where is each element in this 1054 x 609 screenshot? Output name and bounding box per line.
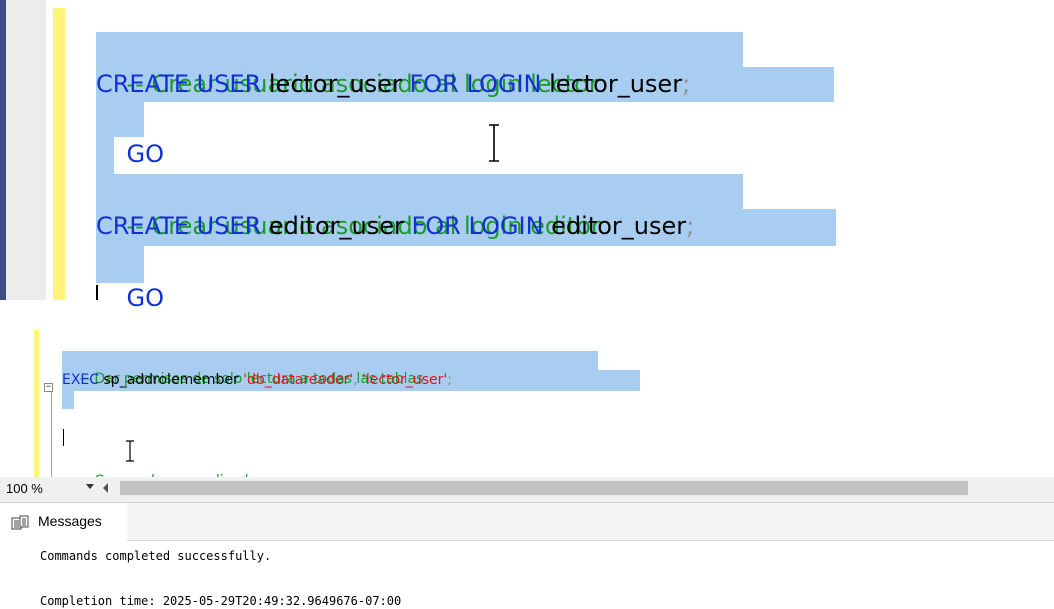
change-tracking-margin (53, 8, 65, 300)
code-line: -- Dar permisos de solo lectura a todas … (62, 351, 424, 387)
change-tracking-margin (34, 330, 39, 477)
sql-keyword: GO (126, 140, 165, 168)
messages-icon (11, 515, 29, 530)
ibeam-cursor-icon (489, 124, 499, 162)
message-line: Commands completed successfully. (40, 549, 272, 563)
tab-strip (127, 503, 1054, 541)
sql-semicolon: ; (447, 372, 452, 388)
sql-identifier: lector_user (261, 70, 410, 98)
message-line: Completion time: 2025-05-29T20:49:32.964… (40, 594, 402, 608)
sql-keyword: FOR LOGIN (409, 70, 542, 98)
sql-identifier: lector_user (541, 70, 683, 98)
sql-string: 'lector_user' (361, 372, 448, 388)
sql-keyword: CREATE USER (96, 70, 262, 98)
sql-semicolon: ; (686, 212, 695, 240)
sql-semicolon: ; (682, 70, 691, 98)
code-line: GO (96, 102, 165, 168)
zoom-level-value[interactable]: 100 % (6, 481, 43, 496)
sql-keyword: FOR LOGIN (411, 212, 544, 240)
chevron-down-icon[interactable] (86, 484, 94, 489)
sql-comma: , (353, 372, 362, 388)
scrollbar-thumb[interactable] (120, 481, 968, 495)
tab-messages-label: Messages (38, 513, 102, 529)
code-line: -- Crear usuario asociado al login lecto… (96, 32, 599, 98)
sql-keyword: EXEC (62, 372, 100, 388)
code-line: CREATE USER lector_user FOR LOGIN lector… (96, 67, 690, 102)
query-editor-panel[interactable]: -- Dar permisos de solo lectura a todas … (0, 330, 1054, 489)
sql-identifier: editor_user (543, 212, 687, 240)
tab-messages[interactable]: Messages (0, 503, 128, 540)
sql-procedure-name: sp_addrolemember (99, 372, 244, 388)
editor-status-toolbar: 100 % (0, 477, 1054, 503)
scroll-left-arrow-icon[interactable] (103, 483, 108, 493)
code-line: EXEC sp_addrolemember 'db_datareader', '… (62, 371, 452, 390)
code-line: -- Crear usuario asociado al login edito… (96, 174, 601, 240)
text-caret (96, 285, 98, 300)
ibeam-cursor-icon (126, 440, 134, 462)
text-caret (63, 429, 64, 446)
collapse-outline-toggle[interactable]: − (44, 383, 53, 392)
sql-keyword: GO (126, 284, 165, 312)
sql-identifier: editor_user (261, 212, 412, 240)
sql-string: 'db_datareader' (243, 372, 354, 388)
code-line: -- Crear rol personalizado (62, 453, 257, 489)
sql-keyword: CREATE USER (96, 212, 262, 240)
horizontal-scrollbar[interactable] (120, 481, 1050, 495)
code-line: CREATE USER editor_user FOR LOGIN editor… (96, 209, 694, 244)
line-number-gutter (6, 0, 46, 300)
zoomed-editor-panel[interactable]: -- Crear usuario asociado al login lecto… (0, 0, 1054, 312)
code-line: GO (96, 246, 165, 312)
outline-guide-line (51, 390, 52, 477)
